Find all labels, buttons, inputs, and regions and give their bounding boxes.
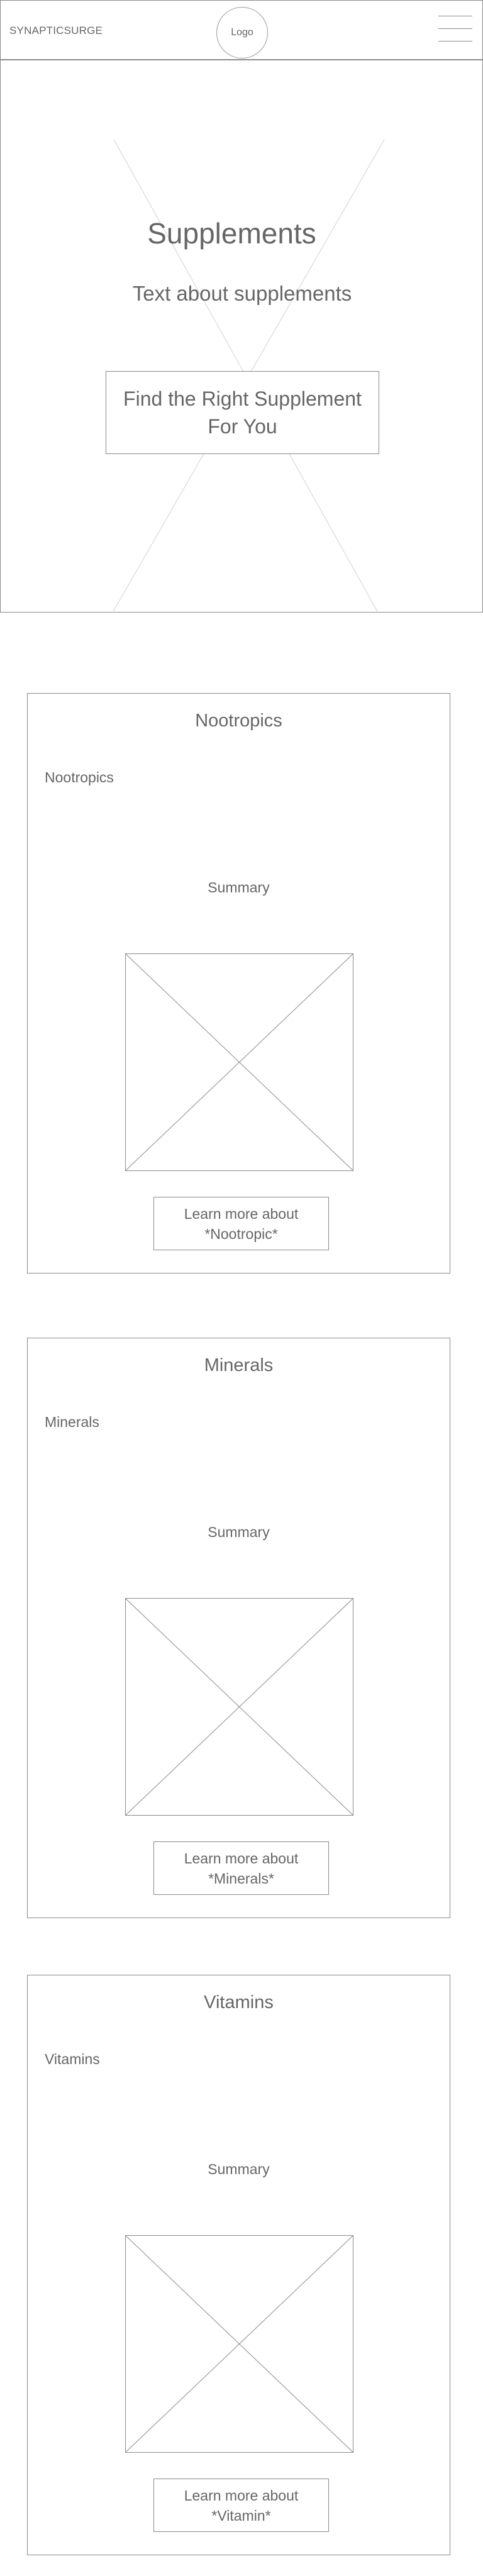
section-summary: Summary	[208, 879, 270, 896]
vitamins-dropdown[interactable]: Vitamins	[45, 2048, 105, 2070]
section-title: Vitamins	[204, 1992, 274, 2012]
dropdown-label: Nootropics	[45, 769, 114, 786]
button-line-2: *Vitamin*	[211, 2507, 271, 2524]
minerals-section: Minerals Minerals Summary Learn more abo…	[27, 1338, 450, 1918]
site-header: SYNAPTICSURGE Logo	[0, 0, 483, 60]
hero-background-placeholder-icon	[112, 139, 385, 613]
hero-subtitle: Text about supplements	[132, 282, 352, 305]
section-summary: Summary	[208, 1524, 270, 1540]
button-line-1: Learn more about	[184, 1205, 299, 1222]
image-placeholder-icon	[125, 1598, 353, 1816]
learn-more-nootropic-button[interactable]: Learn more about *Nootropic*	[153, 1197, 329, 1250]
minerals-dropdown[interactable]: Minerals	[45, 1411, 104, 1433]
button-line-2: *Minerals*	[208, 1870, 274, 1887]
hero-section: Supplements Text about supplements Find …	[0, 60, 483, 613]
section-title: Minerals	[204, 1355, 274, 1375]
brand-name[interactable]: SYNAPTICSURGE	[9, 25, 103, 37]
section-summary: Summary	[208, 2161, 270, 2177]
button-line-2: *Nootropic*	[204, 1225, 278, 1242]
nootropics-section: Nootropics Nootropics Summary Learn more…	[27, 693, 450, 1274]
hero-title: Supplements	[147, 217, 316, 250]
learn-more-minerals-button[interactable]: Learn more about *Minerals*	[153, 1841, 329, 1895]
vitamins-section: Vitamins Vitamins Summary Learn more abo…	[27, 1975, 450, 2555]
dropdown-label: Minerals	[45, 1413, 99, 1430]
section-title: Nootropics	[195, 711, 282, 731]
button-line-1: Learn more about	[184, 1850, 299, 1867]
image-placeholder-icon	[125, 2235, 353, 2453]
logo-label: Logo	[231, 27, 253, 38]
logo[interactable]: Logo	[216, 7, 268, 58]
image-placeholder-icon	[125, 953, 353, 1171]
dropdown-label: Vitamins	[45, 2050, 100, 2067]
button-line-1: Learn more about	[184, 2487, 299, 2504]
learn-more-vitamin-button[interactable]: Learn more about *Vitamin*	[153, 2479, 329, 2532]
hamburger-menu-icon[interactable]	[438, 13, 472, 43]
nootropics-dropdown[interactable]: Nootropics	[45, 766, 119, 789]
find-supplement-button[interactable]: Find the Right Supplement For You	[106, 371, 379, 454]
